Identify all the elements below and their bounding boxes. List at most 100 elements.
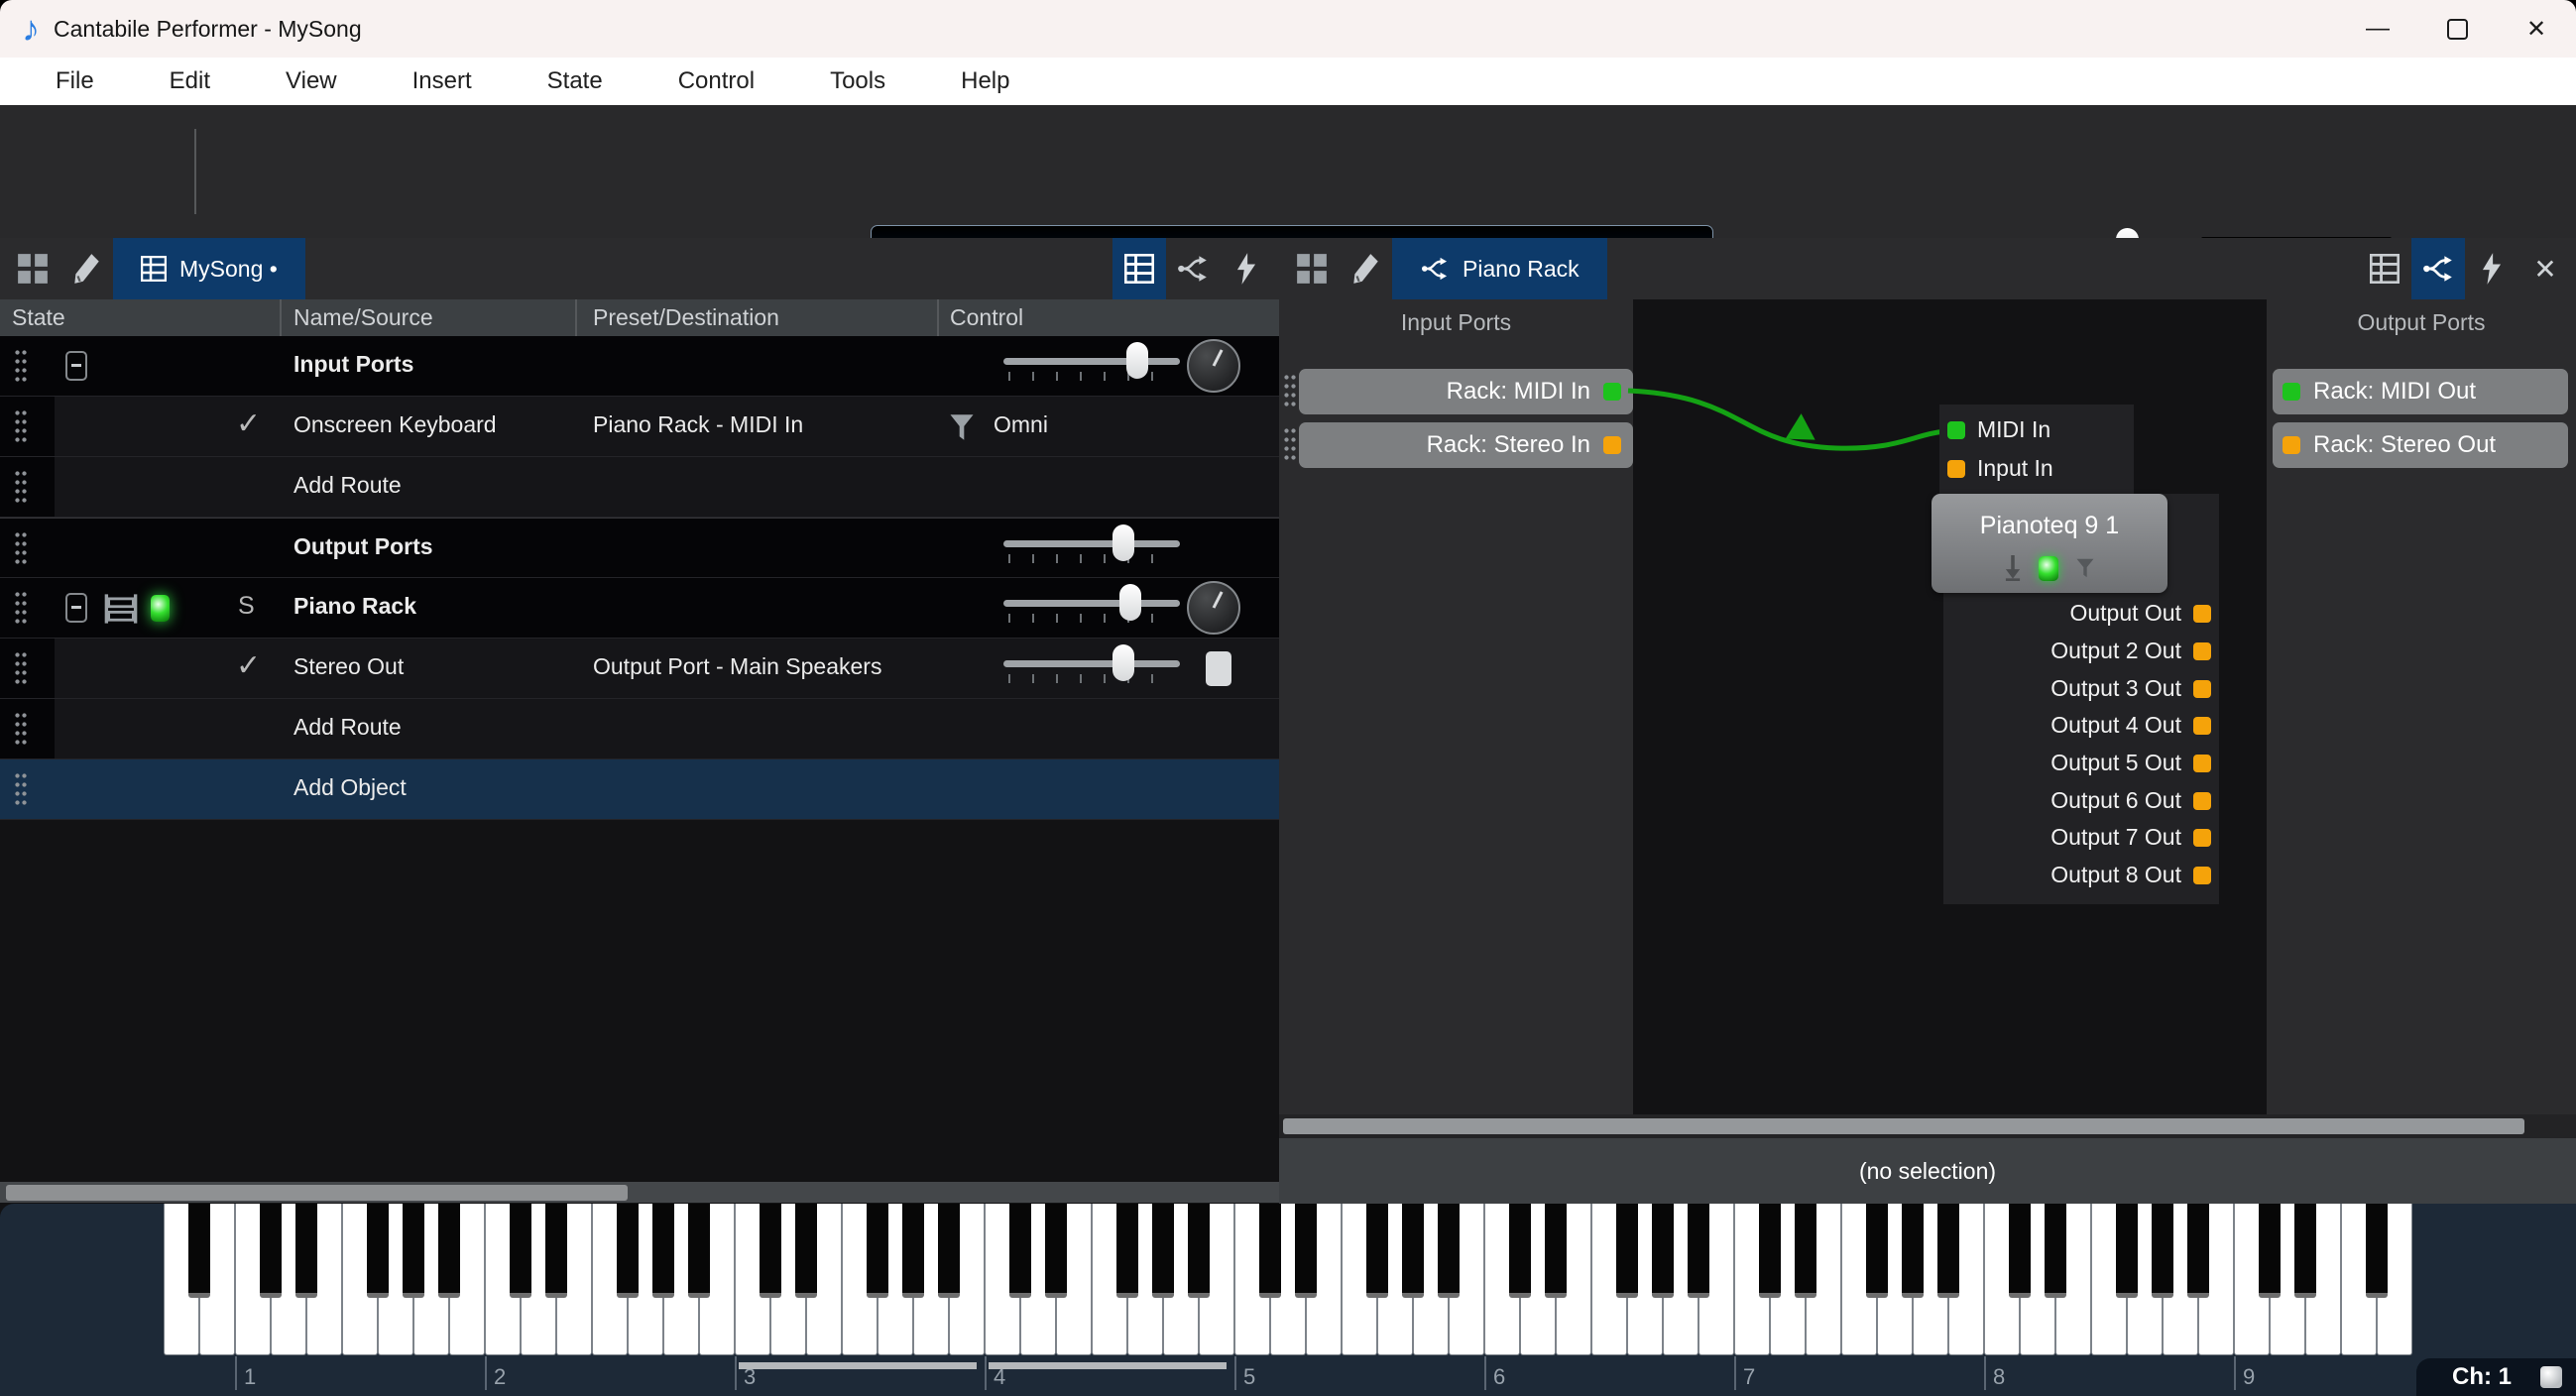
col-name-source: Name/Source xyxy=(293,304,433,331)
table-row-add-object[interactable]: Add Object xyxy=(0,759,1279,820)
close-button[interactable]: ✕ xyxy=(2497,0,2576,58)
tab-mysong[interactable]: MySong • xyxy=(113,238,305,299)
port-label: Output 7 Out xyxy=(2050,824,2181,851)
tab-piano-rack-label: Piano Rack xyxy=(1463,256,1580,283)
node-port-output[interactable]: Output 8 Out xyxy=(1953,862,2211,888)
table-row-onscreen-keyboard[interactable]: ✓ Onscreen Keyboard Piano Rack - MIDI In… xyxy=(0,397,1279,457)
node-port-output[interactable]: Output 2 Out xyxy=(1953,638,2211,664)
state-letter: S xyxy=(238,592,255,621)
menu-insert[interactable]: Insert xyxy=(375,67,510,95)
gain-slider[interactable] xyxy=(1003,345,1180,389)
bindings-lightning-icon[interactable] xyxy=(1220,238,1273,299)
port-label: Output 3 Out xyxy=(2050,675,2181,702)
port-label: MIDI In xyxy=(1977,416,2050,443)
panel-grid-icon[interactable] xyxy=(6,238,59,299)
rack-hscrollbar-thumb[interactable] xyxy=(1283,1118,2524,1134)
audio-port-square xyxy=(2193,792,2211,810)
route-toggle-button[interactable] xyxy=(1206,651,1231,686)
title-bar: ♪ Cantabile Performer - MySong — ✕ xyxy=(0,0,2576,58)
node-port-output[interactable]: Output 4 Out xyxy=(1953,712,2211,739)
audio-port-square xyxy=(2193,867,2211,884)
view-table-button[interactable] xyxy=(2358,238,2411,299)
node-port-output[interactable]: Output Out xyxy=(1953,600,2211,627)
song-panel-header: MySong • xyxy=(0,238,1279,299)
gain-slider[interactable] xyxy=(1003,587,1180,631)
menu-control[interactable]: Control xyxy=(641,67,792,95)
menu-view[interactable]: View xyxy=(248,67,375,95)
input-arrow-icon xyxy=(2003,555,2023,581)
routing-icon xyxy=(1420,256,1450,282)
port-label: Rack: Stereo In xyxy=(1427,431,1590,459)
drag-handle-icon[interactable] xyxy=(1283,426,1296,463)
maximize-button[interactable] xyxy=(2417,0,2497,58)
minimize-button[interactable]: — xyxy=(2338,0,2417,58)
drag-handle-icon[interactable] xyxy=(14,711,27,748)
collapse-toggle[interactable] xyxy=(65,351,87,381)
port-label: Output 4 Out xyxy=(2050,712,2181,739)
port-label: Output 8 Out xyxy=(2050,862,2181,888)
table-empty-area xyxy=(0,820,1279,1182)
tab-mysong-label: MySong • xyxy=(179,256,278,283)
port-label: Input In xyxy=(1977,455,2053,482)
port-rack-stereo-in[interactable]: Rack: Stereo In xyxy=(1299,422,1633,468)
filter-funnel-icon[interactable] xyxy=(948,412,976,447)
table-row-add-route[interactable]: Add Route xyxy=(0,457,1279,518)
plugin-active-led xyxy=(2039,556,2058,581)
drag-handle-icon[interactable] xyxy=(1283,373,1296,409)
close-panel-icon[interactable]: ✕ xyxy=(2518,238,2572,299)
drag-handle-icon[interactable] xyxy=(14,408,27,445)
enabled-check-icon[interactable]: ✓ xyxy=(236,407,261,441)
onscreen-keyboard xyxy=(0,1204,2576,1396)
rack-panel-header: Piano Rack ✕ xyxy=(1279,238,2576,299)
plugin-node-header[interactable]: Pianoteq 9 1 xyxy=(1932,494,2167,593)
node-port-output[interactable]: Output 7 Out xyxy=(1953,824,2211,851)
menu-edit[interactable]: Edit xyxy=(132,67,248,95)
channel-indicator[interactable]: Ch: 1 xyxy=(2416,1358,2576,1396)
drag-handle-icon[interactable] xyxy=(14,771,27,808)
enabled-check-icon[interactable]: ✓ xyxy=(236,648,261,683)
view-table-button[interactable] xyxy=(1112,238,1166,299)
table-row-input-ports[interactable]: Input Ports xyxy=(0,336,1279,397)
menu-tools[interactable]: Tools xyxy=(792,67,923,95)
port-rack-midi-in[interactable]: Rack: MIDI In xyxy=(1299,369,1633,414)
left-hscrollbar-thumb[interactable] xyxy=(6,1185,628,1201)
audio-port-square xyxy=(1947,460,1965,478)
node-port-output[interactable]: Output 3 Out xyxy=(1953,675,2211,702)
drag-handle-icon[interactable] xyxy=(14,469,27,506)
bindings-lightning-icon[interactable] xyxy=(2465,238,2518,299)
row-destination: Piano Rack - MIDI In xyxy=(593,411,803,438)
tab-piano-rack[interactable]: Piano Rack xyxy=(1392,238,1607,299)
drag-handle-icon[interactable] xyxy=(14,650,27,687)
port-rack-midi-out[interactable]: Rack: MIDI Out xyxy=(2273,369,2568,414)
node-port-midi-in[interactable]: MIDI In xyxy=(1947,416,2050,443)
pan-knob[interactable] xyxy=(1187,339,1240,393)
panel-grid-icon[interactable] xyxy=(1285,238,1339,299)
row-filter: Omni xyxy=(994,411,1048,438)
pan-knob[interactable] xyxy=(1187,581,1240,635)
node-port-input-in[interactable]: Input In xyxy=(1947,455,2053,482)
view-routing-button[interactable] xyxy=(1166,238,1220,299)
table-row-output-ports[interactable]: Output Ports xyxy=(0,518,1279,578)
node-port-output[interactable]: Output 6 Out xyxy=(1953,787,2211,814)
drag-handle-icon[interactable] xyxy=(14,590,27,627)
row-destination: Output Port - Main Speakers xyxy=(593,653,881,680)
table-row-piano-rack[interactable]: S Piano Rack xyxy=(0,578,1279,639)
menu-file[interactable]: File xyxy=(18,67,132,95)
gain-slider[interactable] xyxy=(1003,647,1180,691)
gain-slider[interactable] xyxy=(1003,527,1180,571)
menu-state[interactable]: State xyxy=(510,67,641,95)
edit-pencil-icon[interactable] xyxy=(59,238,113,299)
edit-pencil-icon[interactable] xyxy=(1339,238,1392,299)
midi-port-square xyxy=(1603,383,1621,401)
view-routing-button[interactable] xyxy=(2411,238,2465,299)
col-state: State xyxy=(12,304,65,331)
drag-handle-icon[interactable] xyxy=(14,530,27,567)
table-row-stereo-out[interactable]: ✓ Stereo Out Output Port - Main Speakers xyxy=(0,639,1279,699)
node-port-output[interactable]: Output 5 Out xyxy=(1953,750,2211,776)
row-name: Add Route xyxy=(293,472,402,499)
port-rack-stereo-out[interactable]: Rack: Stereo Out xyxy=(2273,422,2568,468)
menu-help[interactable]: Help xyxy=(923,67,1047,95)
drag-handle-icon[interactable] xyxy=(14,348,27,385)
table-row-add-route-2[interactable]: Add Route xyxy=(0,699,1279,759)
collapse-toggle[interactable] xyxy=(65,593,87,623)
